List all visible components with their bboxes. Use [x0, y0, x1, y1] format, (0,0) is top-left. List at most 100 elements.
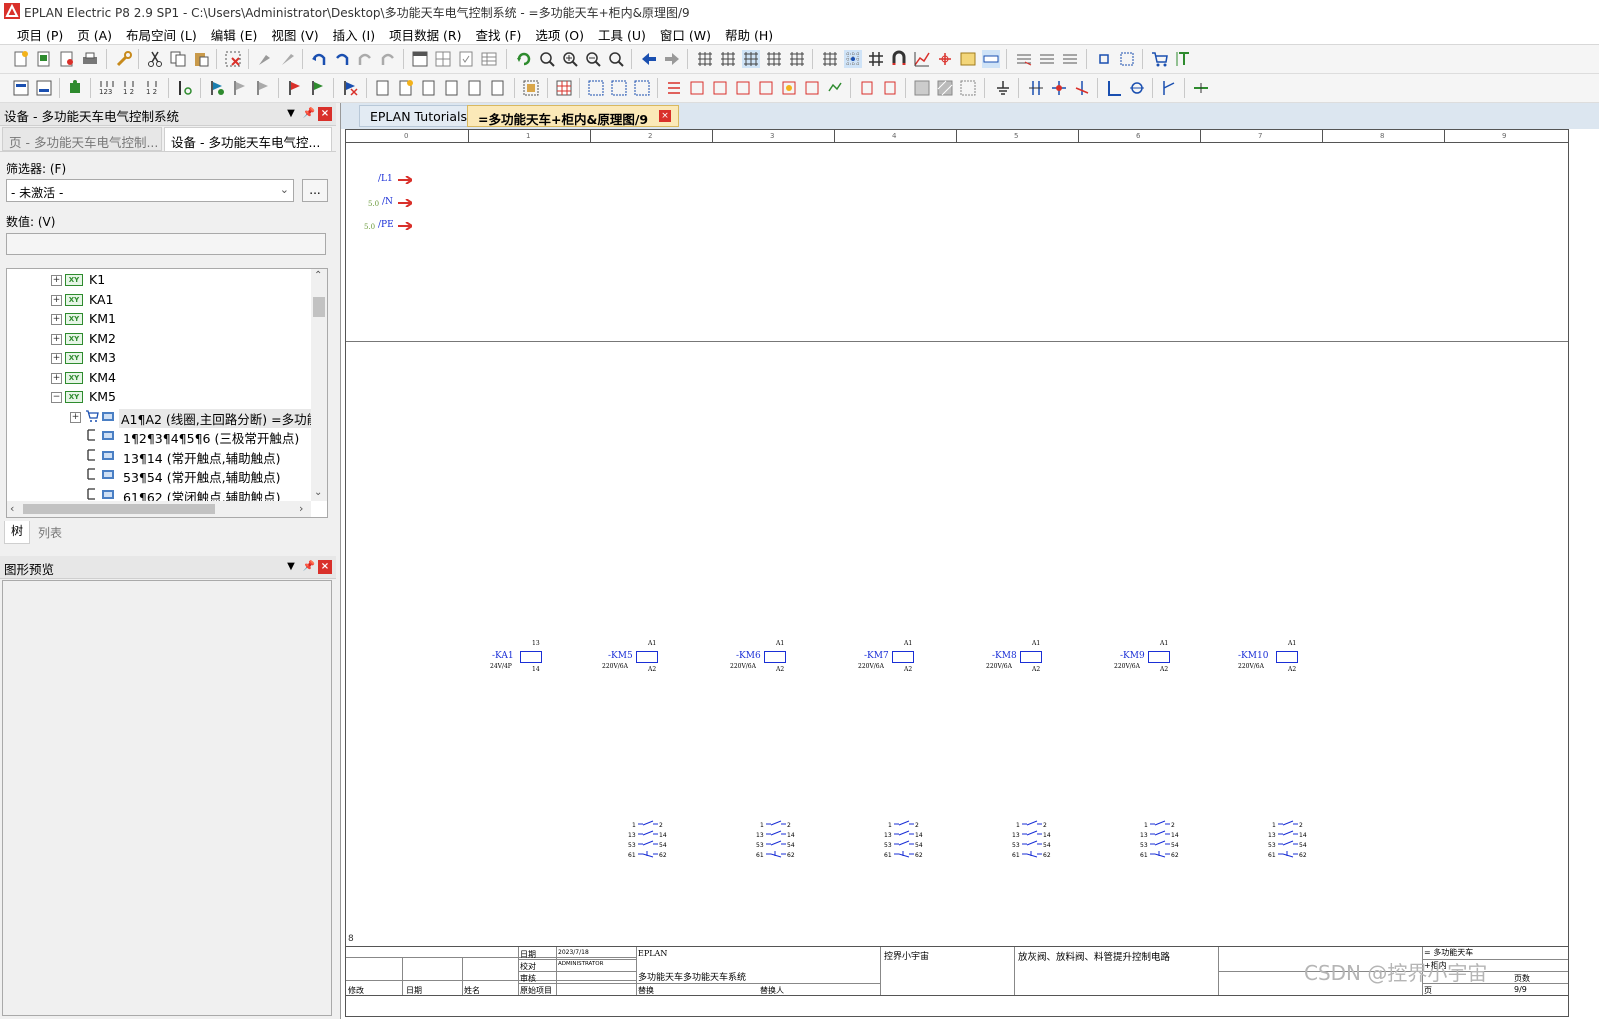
- close-project-icon[interactable]: [58, 50, 76, 68]
- page-grid-icon[interactable]: [434, 50, 452, 68]
- potential-icon[interactable]: [176, 79, 194, 97]
- contact-image-km8[interactable]: 1 2 13 14 53 54 61 62: [1012, 820, 1052, 860]
- wire-a-icon[interactable]: [1027, 79, 1045, 97]
- snap-grid-icon[interactable]: [821, 50, 839, 68]
- connector-icon[interactable]: [936, 50, 954, 68]
- input-field-icon[interactable]: [982, 50, 1000, 68]
- magnet-icon[interactable]: [890, 50, 908, 68]
- tree-item-ka1[interactable]: + XY KA1: [7, 291, 311, 310]
- scroll-right-icon[interactable]: ›: [299, 502, 303, 515]
- plugin-icon[interactable]: [66, 79, 84, 97]
- menu-window[interactable]: 窗口 (W): [653, 22, 718, 44]
- tree-item-aux-13-14[interactable]: 13¶14 (常开触点,辅助触点): [7, 447, 311, 466]
- value-input[interactable]: [6, 233, 326, 255]
- format-brush-icon[interactable]: [256, 50, 274, 68]
- tab-list[interactable]: 列表: [32, 523, 68, 543]
- panel-dropdown-icon[interactable]: ▼: [284, 560, 298, 574]
- tree-expander-icon[interactable]: +: [51, 294, 62, 306]
- snap-object-icon[interactable]: [844, 50, 862, 68]
- coil-ka1[interactable]: -KA1 24V/4P 13 14: [486, 640, 552, 674]
- tree-item-coil[interactable]: + A1¶A2 (线圈,主回路分断) =多功能天: [7, 408, 327, 428]
- doc-d-icon[interactable]: [443, 79, 461, 97]
- doc-f-icon[interactable]: [489, 79, 507, 97]
- menu-find[interactable]: 查找 (F): [469, 22, 529, 44]
- page-nav-a-icon[interactable]: [12, 79, 30, 97]
- menu-edit[interactable]: 编辑 (E): [204, 22, 265, 44]
- symbol-c-icon[interactable]: [711, 79, 729, 97]
- numbering-c-icon[interactable]: 1 2: [144, 79, 162, 97]
- terminal-icon[interactable]: [1095, 50, 1113, 68]
- matrix-icon[interactable]: [555, 79, 573, 97]
- macro-box-icon[interactable]: [522, 79, 540, 97]
- tree-horizontal-scrollbar[interactable]: ‹ ›: [7, 501, 311, 517]
- wire-c-icon[interactable]: [1073, 79, 1091, 97]
- hatch-a-icon[interactable]: [913, 79, 931, 97]
- bus-icon[interactable]: [1192, 79, 1210, 97]
- flag-a-icon[interactable]: [208, 79, 226, 97]
- tree-vertical-scrollbar[interactable]: ⌃ ⌄: [311, 269, 327, 501]
- menu-page[interactable]: 页 (A): [70, 22, 119, 44]
- panel-pin-icon[interactable]: 📌: [302, 107, 316, 121]
- menu-help[interactable]: 帮助 (H): [718, 22, 780, 44]
- lines-b-icon[interactable]: [1038, 50, 1056, 68]
- potential-n[interactable]: 5.0 /N: [364, 197, 414, 211]
- panel-close-icon[interactable]: ×: [318, 560, 332, 574]
- flag-green-icon[interactable]: [309, 79, 327, 97]
- numbering-b-icon[interactable]: 1 2: [121, 79, 139, 97]
- text-tool-icon[interactable]: [1174, 50, 1192, 68]
- tab-schematic-page-9[interactable]: =多功能天车+柜内&原理图/9: [467, 105, 679, 127]
- zoom-out-icon[interactable]: [584, 50, 602, 68]
- tree-item-k1[interactable]: + XY K1: [7, 271, 311, 290]
- tree-expander-icon[interactable]: +: [51, 353, 62, 364]
- doc-e-icon[interactable]: [466, 79, 484, 97]
- tab-eplan-tutorials[interactable]: EPLAN Tutorials: [359, 105, 479, 127]
- doc-a-icon[interactable]: [374, 79, 392, 97]
- zoom-fit-icon[interactable]: [607, 50, 625, 68]
- tree-item-km3[interactable]: + XY KM3: [7, 349, 311, 368]
- doc-c-icon[interactable]: [420, 79, 438, 97]
- hash-icon[interactable]: [867, 50, 885, 68]
- angle-a-icon[interactable]: [1105, 79, 1123, 97]
- page-check-icon[interactable]: [457, 50, 475, 68]
- copy-icon[interactable]: [169, 50, 187, 68]
- panel-close-icon[interactable]: ×: [318, 107, 332, 121]
- table-icon[interactable]: [480, 50, 498, 68]
- contact-image-km9[interactable]: 1 2 13 14 53 54 61 62: [1140, 820, 1180, 860]
- redo-list-icon[interactable]: [379, 50, 397, 68]
- select-box-icon[interactable]: [1118, 50, 1136, 68]
- contact-image-km10[interactable]: 1 2 13 14 53 54 61 62: [1268, 820, 1308, 860]
- grid-a-icon[interactable]: [696, 50, 714, 68]
- zoom-in-icon[interactable]: [561, 50, 579, 68]
- contact-image-km7[interactable]: 1 2 13 14 53 54 61 62: [884, 820, 924, 860]
- chart-line-icon[interactable]: [913, 50, 931, 68]
- placeholder-a-icon[interactable]: [587, 79, 605, 97]
- page-nav-b-icon[interactable]: [35, 79, 53, 97]
- filter-select[interactable]: - 未激活 - ⌄: [6, 179, 294, 202]
- symbol-a-icon[interactable]: [665, 79, 683, 97]
- symbol-g-icon[interactable]: [803, 79, 821, 97]
- print-icon[interactable]: [81, 50, 99, 68]
- coil-km10[interactable]: -KM10 220V/6A A1 A2: [1238, 640, 1308, 674]
- scroll-up-icon[interactable]: ⌃: [314, 270, 322, 281]
- tree-item-km1[interactable]: + XY KM1: [7, 310, 311, 329]
- panel-pin-icon[interactable]: 📌: [302, 560, 316, 574]
- lines-c-icon[interactable]: [1061, 50, 1079, 68]
- tree-item-main-contacts[interactable]: 1¶2¶3¶4¶5¶6 (三极常开触点): [7, 427, 311, 446]
- menu-insert[interactable]: 插入 (I): [326, 22, 382, 44]
- format-brush2-icon[interactable]: [279, 50, 297, 68]
- scrollbar-thumb[interactable]: [313, 297, 325, 317]
- lines-a-icon[interactable]: [1015, 50, 1033, 68]
- symbol-e-icon[interactable]: [757, 79, 775, 97]
- refresh-icon[interactable]: [515, 50, 533, 68]
- potential-l1[interactable]: /L1: [364, 174, 414, 188]
- tab-tree[interactable]: 树: [4, 521, 30, 544]
- contact-image-km5[interactable]: 1 2 13 14 53 54 61 62: [628, 820, 668, 860]
- angle-c-icon[interactable]: [1160, 79, 1178, 97]
- back-arrow-icon[interactable]: [640, 50, 658, 68]
- close-tab-icon[interactable]: ×: [659, 110, 671, 122]
- grid-c-icon[interactable]: [742, 50, 760, 68]
- panel-dropdown-icon[interactable]: ▼: [284, 107, 298, 121]
- symbol-h-icon[interactable]: [826, 79, 844, 97]
- forward-arrow-icon[interactable]: [663, 50, 681, 68]
- cart-icon[interactable]: [1151, 50, 1169, 68]
